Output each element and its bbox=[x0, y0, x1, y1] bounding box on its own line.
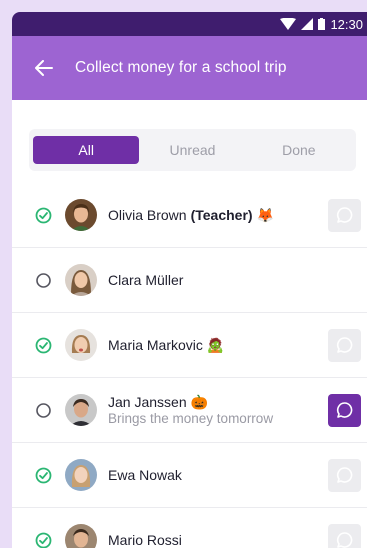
back-button[interactable] bbox=[24, 48, 64, 88]
message-button[interactable] bbox=[328, 393, 361, 427]
phone-screen: 12:30 Collect money for a school trip Al… bbox=[12, 12, 367, 548]
chat-bubble-icon bbox=[336, 402, 352, 418]
status-time: 12:30 bbox=[330, 16, 363, 32]
chat-bubble-icon bbox=[336, 532, 352, 548]
wifi-icon bbox=[280, 18, 297, 30]
tab-done[interactable]: Done bbox=[246, 136, 352, 164]
list-item[interactable]: Mario Rossi bbox=[12, 508, 367, 548]
person-role: (Teacher) bbox=[190, 207, 253, 223]
list-item[interactable]: Clara Müller bbox=[12, 248, 367, 313]
person-name: Olivia Brown bbox=[108, 207, 187, 223]
list-item[interactable]: Ewa Nowak bbox=[12, 443, 367, 508]
check-circle-icon[interactable] bbox=[34, 466, 52, 484]
person-name: Ewa Nowak bbox=[108, 467, 182, 483]
list-item[interactable]: Maria Markovic 🧟 bbox=[12, 313, 367, 378]
message-button[interactable] bbox=[328, 523, 361, 548]
message-button[interactable] bbox=[328, 328, 361, 362]
status-bar: 12:30 bbox=[12, 12, 367, 36]
filter-tabs: All Unread Done bbox=[29, 129, 356, 171]
person-name: Jan Janssen bbox=[108, 394, 187, 410]
tab-unread[interactable]: Unread bbox=[139, 136, 245, 164]
message-button[interactable] bbox=[328, 198, 361, 232]
chat-bubble-icon bbox=[336, 337, 352, 353]
person-name: Maria Markovic bbox=[108, 337, 203, 353]
app-bar: Collect money for a school trip bbox=[12, 36, 367, 100]
list-item[interactable]: Jan Janssen 🎃 Brings the money tomorrow bbox=[12, 378, 367, 443]
participant-list: Olivia Brown (Teacher) 🦊 Clara Müller Ma… bbox=[12, 183, 367, 548]
empty-circle-icon[interactable] bbox=[34, 271, 52, 289]
tab-all[interactable]: All bbox=[33, 136, 140, 164]
avatar bbox=[65, 459, 97, 491]
check-circle-icon[interactable] bbox=[34, 336, 52, 354]
signal-icon bbox=[301, 18, 314, 30]
empty-circle-icon[interactable] bbox=[34, 401, 52, 419]
chat-bubble-icon bbox=[336, 207, 352, 223]
list-item[interactable]: Olivia Brown (Teacher) 🦊 bbox=[12, 183, 367, 248]
page-title: Collect money for a school trip bbox=[75, 59, 287, 76]
zombie-emoji-icon: 🧟 bbox=[206, 337, 225, 353]
avatar bbox=[65, 394, 97, 426]
message-button[interactable] bbox=[328, 458, 361, 492]
avatar bbox=[65, 264, 97, 296]
avatar bbox=[65, 329, 97, 361]
check-circle-icon[interactable] bbox=[34, 531, 52, 548]
fox-emoji-icon: 🦊 bbox=[256, 207, 275, 223]
pumpkin-emoji-icon: 🎃 bbox=[190, 394, 209, 410]
battery-icon bbox=[318, 18, 326, 30]
arrow-left-icon bbox=[35, 60, 53, 76]
chat-bubble-icon bbox=[336, 467, 352, 483]
avatar bbox=[65, 199, 97, 231]
person-name: Mario Rossi bbox=[108, 532, 182, 548]
person-name: Clara Müller bbox=[108, 272, 184, 288]
avatar bbox=[65, 524, 97, 548]
check-circle-icon[interactable] bbox=[34, 206, 52, 224]
